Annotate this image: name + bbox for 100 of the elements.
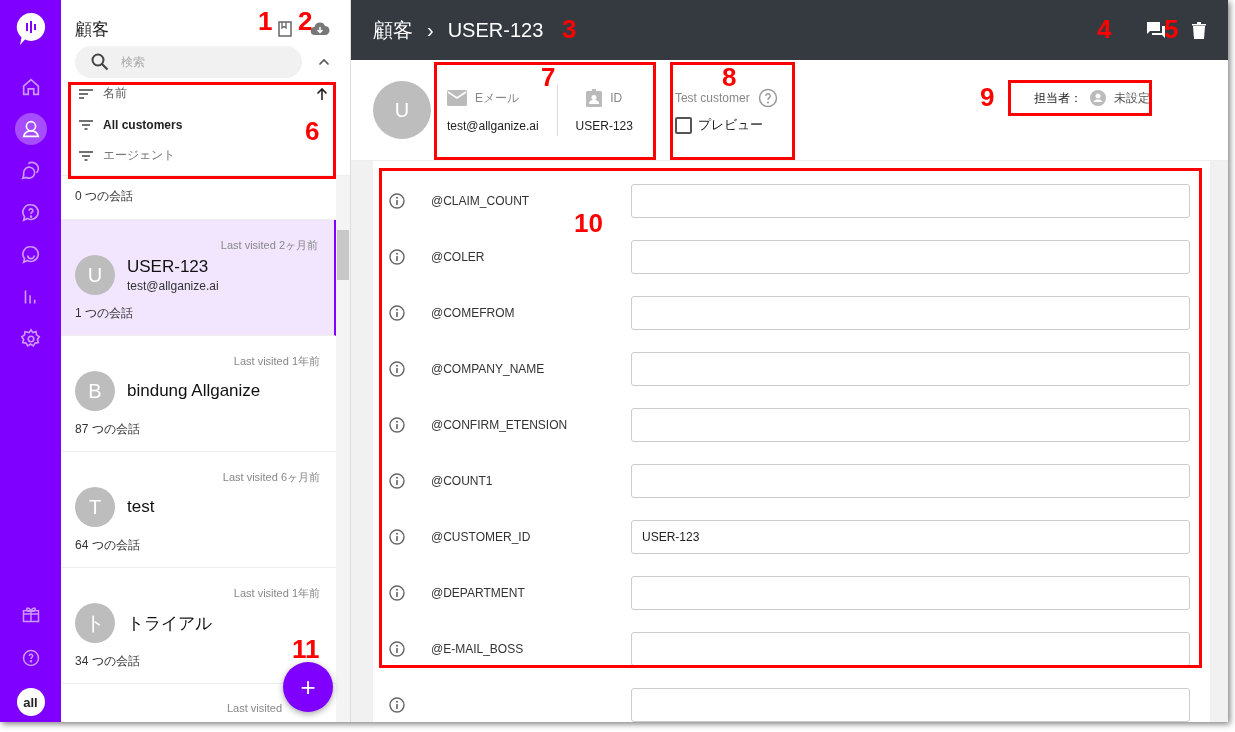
book-icon[interactable] — [278, 21, 292, 37]
field-label: @CONFIRM_ETENSION — [431, 418, 568, 432]
avatar: U — [373, 81, 431, 139]
input-field[interactable] — [631, 408, 1190, 442]
info-icon[interactable] — [389, 361, 405, 377]
customer-list-item[interactable]: Last visited 2ヶ月前 U USER-123 test@allganize.ai 1 つの会話 — [61, 220, 336, 336]
breadcrumb-current: USER-123 — [447, 18, 544, 42]
email-value: test@allganize.ai — [447, 118, 539, 133]
filter-icon — [79, 150, 93, 161]
avatar: U — [75, 255, 115, 295]
sort-icon — [79, 88, 93, 99]
annotation-number: 6 — [305, 116, 320, 146]
assignee-label: 担当者： — [1034, 89, 1082, 107]
input-field[interactable] — [631, 464, 1190, 498]
customer-list-item[interactable]: Last visited 6ヶ月前 T test 64 つの会話 — [61, 452, 336, 568]
scrollbar-thumb[interactable] — [337, 230, 349, 280]
field-label: @COMPANY_NAME — [431, 362, 545, 376]
account-avatar[interactable]: all — [16, 688, 45, 716]
field-label: @COUNT1 — [431, 474, 493, 488]
avatar: ト — [75, 603, 115, 643]
search-box[interactable]: 検索 — [75, 46, 302, 78]
annotation-number: 5 — [1164, 14, 1179, 44]
conversation-count: 34 つの会話 — [75, 653, 141, 670]
badge-icon — [586, 89, 603, 107]
avatar: T — [75, 487, 115, 527]
filter-icon — [79, 119, 93, 130]
customer-email: test@allganize.ai — [127, 279, 219, 293]
id-value: USER-123 — [575, 119, 633, 133]
help-icon[interactable] — [757, 88, 778, 108]
annotation-number: 7 — [541, 62, 556, 92]
arrow-up-icon[interactable] — [316, 86, 328, 101]
annotation-number: 3 — [562, 14, 577, 44]
checkbox-label: プレビュー — [697, 116, 763, 134]
filter-option[interactable]: All customers — [103, 117, 183, 132]
input-field[interactable] — [631, 576, 1190, 610]
last-visited: Last visited — [227, 702, 283, 714]
last-visited: Last visited 2ヶ月前 — [220, 238, 318, 253]
page-title: 顧客 — [75, 18, 110, 41]
email-label: Eメール — [475, 89, 519, 107]
field-label: @DEPARTMENT — [431, 586, 525, 600]
field-label: @CUSTOMER_ID — [431, 530, 531, 544]
info-icon[interactable] — [389, 529, 405, 545]
input-field[interactable] — [631, 352, 1190, 386]
annotation-number: 9 — [980, 82, 995, 112]
input-field[interactable] — [631, 632, 1190, 666]
input-field[interactable] — [631, 240, 1190, 274]
chat-icon[interactable] — [1146, 21, 1166, 39]
customer-name: トライアル — [127, 612, 212, 635]
annotation-number: 2 — [298, 6, 313, 36]
input-field[interactable] — [631, 184, 1190, 218]
trash-icon[interactable] — [1192, 21, 1206, 39]
conversation-count: 1 つの会話 — [75, 305, 134, 322]
input-field[interactable] — [631, 688, 1190, 722]
info-icon[interactable] — [389, 305, 405, 321]
annotation-number: 11 — [292, 634, 320, 664]
add-button[interactable]: + — [283, 662, 333, 712]
field-label: @COMEFROM — [431, 306, 515, 320]
test-customer-label: Test customer — [674, 91, 750, 105]
customers-icon[interactable] — [14, 113, 47, 145]
last-visited: Last visited 6ヶ月前 — [222, 470, 320, 485]
annotation-number: 4 — [1097, 14, 1112, 44]
conversation-count: 87 つの会話 — [75, 421, 141, 438]
annotation-number: 1 — [258, 6, 273, 36]
logo-icon — [15, 12, 46, 46]
last-visited: Last visited 1年前 — [233, 586, 320, 601]
filter-option[interactable]: エージェント — [103, 147, 175, 164]
breadcrumb-link[interactable]: 顧客 — [373, 16, 413, 44]
breadcrumb-separator: › — [427, 18, 434, 42]
field-label: @COLER — [431, 250, 485, 264]
customer-name: bindung Allganize — [127, 381, 261, 401]
input-field[interactable] — [631, 296, 1190, 330]
info-icon[interactable] — [389, 697, 405, 713]
customer-name: test — [127, 497, 155, 517]
conversation-count: 64 つの会話 — [75, 537, 141, 554]
customer-list-item[interactable]: Last visited 1年前 B bindung Allganize 87 つの会話 — [61, 336, 336, 452]
annotation-number: 8 — [722, 62, 737, 92]
search-field[interactable]: 検索 — [119, 54, 273, 70]
search-icon — [91, 53, 109, 71]
info-icon[interactable] — [389, 249, 405, 265]
id-label: ID — [610, 91, 623, 105]
cloud-download-icon[interactable] — [310, 22, 330, 36]
input-field[interactable]: USER-123 — [631, 520, 1190, 554]
info-icon[interactable] — [389, 585, 405, 601]
avatar: B — [75, 371, 115, 411]
conversation-count: 0 つの会話 — [75, 188, 133, 205]
user-icon — [1090, 90, 1106, 106]
info-icon[interactable] — [389, 641, 405, 657]
chevron-up-icon[interactable] — [318, 58, 330, 66]
sort-label[interactable]: 名前 — [103, 85, 306, 102]
field-label: @CLAIM_COUNT — [431, 194, 530, 208]
info-icon[interactable] — [389, 417, 405, 433]
annotation-number: 10 — [574, 208, 603, 238]
customer-name: USER-123 — [127, 257, 210, 277]
mail-icon — [447, 90, 467, 106]
assignee-value[interactable]: 未設定 — [1114, 89, 1150, 107]
info-icon[interactable] — [389, 193, 405, 209]
field-label: @E-MAIL_BOSS — [431, 642, 524, 656]
info-icon[interactable] — [389, 473, 405, 489]
checkbox[interactable] — [674, 116, 692, 134]
last-visited: Last visited 1年前 — [233, 354, 320, 369]
